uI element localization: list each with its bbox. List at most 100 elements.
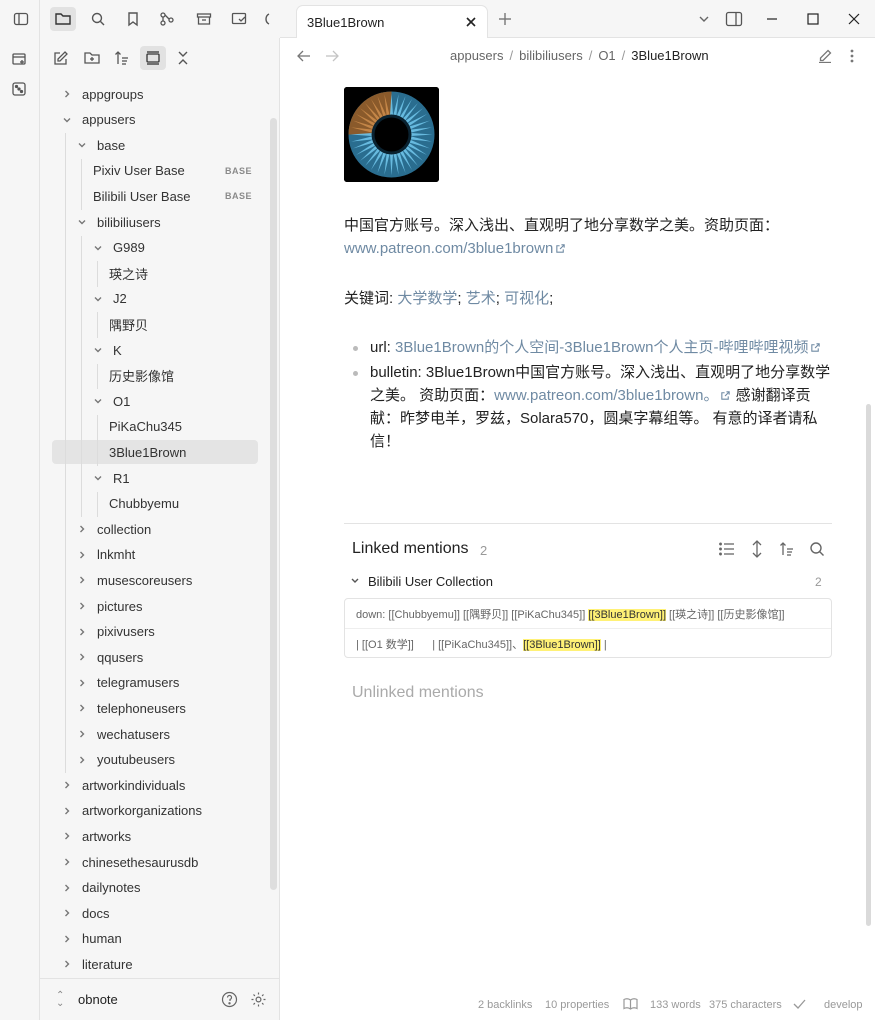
mention-group-header[interactable]: Bilibili User Collection xyxy=(350,574,493,589)
new-folder-icon[interactable] xyxy=(79,46,105,70)
settings-gear-icon[interactable] xyxy=(248,990,268,1010)
tree-folder-item[interactable]: R1 xyxy=(40,466,258,490)
chevron-right-icon[interactable] xyxy=(75,573,89,587)
chevron-right-icon[interactable] xyxy=(75,599,89,613)
tree-folder-item[interactable]: wechatusers xyxy=(40,722,258,746)
mention-snippet-box[interactable]: down: [[Chubbyemu]] [[隅野贝]] [[PiKaChu345… xyxy=(344,598,832,658)
tree-folder-item[interactable]: pictures xyxy=(40,594,258,618)
new-note-icon[interactable] xyxy=(48,46,74,70)
bookmark-icon[interactable] xyxy=(120,7,146,31)
new-tab-icon[interactable] xyxy=(495,9,515,29)
maximize-icon[interactable] xyxy=(803,9,823,29)
expand-context-icon[interactable] xyxy=(747,539,767,559)
content-scrollbar[interactable] xyxy=(866,404,871,926)
sync-check-icon[interactable] xyxy=(793,998,806,1013)
tree-folder-item[interactable]: artworkorganizations xyxy=(40,799,258,823)
breadcrumb-item[interactable]: appusers xyxy=(450,48,503,63)
tab-list-chevron-icon[interactable] xyxy=(694,9,714,29)
chevron-right-icon[interactable] xyxy=(60,855,74,869)
chevron-right-icon[interactable] xyxy=(60,778,74,792)
sidebar-scrollbar[interactable] xyxy=(270,118,277,890)
close-icon[interactable] xyxy=(463,14,479,30)
more-tabs-icon[interactable] xyxy=(258,7,274,31)
chevron-right-icon[interactable] xyxy=(75,650,89,664)
chevron-down-icon[interactable] xyxy=(75,138,89,152)
chevron-down-icon[interactable] xyxy=(91,292,105,306)
linked-mentions-title[interactable]: Linked mentions xyxy=(352,540,469,558)
tree-folder-item[interactable]: musescoreusers xyxy=(40,568,258,592)
help-icon[interactable] xyxy=(219,990,239,1010)
chevron-down-icon[interactable] xyxy=(91,241,105,255)
files-icon[interactable] xyxy=(50,7,76,31)
chevron-right-icon[interactable] xyxy=(60,804,74,818)
collapse-all-icon[interactable] xyxy=(170,46,196,70)
tree-file-item[interactable]: 3Blue1Brown xyxy=(52,440,258,465)
tree-folder-item[interactable]: youtubeusers xyxy=(40,748,258,772)
sort-icon[interactable] xyxy=(109,46,135,70)
mention-snippet-line[interactable]: | [[O1 数学]] | [[PiKaChu345]]、[[3Blue1Bro… xyxy=(356,636,607,652)
tree-folder-item[interactable]: chinesethesaurusdb xyxy=(40,850,258,874)
tree-folder-item[interactable]: telegramusers xyxy=(40,671,258,695)
right-sidebar-toggle-icon[interactable] xyxy=(724,9,744,29)
chevron-right-icon[interactable] xyxy=(75,625,89,639)
unlinked-mentions-title[interactable]: Unlinked mentions xyxy=(352,684,484,702)
list-view-icon[interactable] xyxy=(717,539,737,559)
chevron-right-icon[interactable] xyxy=(75,727,89,741)
tree-folder-item[interactable]: artworkindividuals xyxy=(40,773,258,797)
breadcrumb-current[interactable]: 3Blue1Brown xyxy=(631,48,708,63)
mention-snippet-line[interactable]: down: [[Chubbyemu]] [[隅野贝]] [[PiKaChu345… xyxy=(356,606,785,622)
sidebar-toggle-icon[interactable] xyxy=(8,7,34,31)
edit-pencil-icon[interactable] xyxy=(815,46,835,66)
tree-folder-item[interactable]: base xyxy=(40,133,258,157)
breadcrumb-item[interactable]: O1 xyxy=(598,48,615,63)
tree-folder-item[interactable]: collection xyxy=(40,517,258,541)
chevron-right-icon[interactable] xyxy=(75,676,89,690)
more-options-icon[interactable] xyxy=(842,46,862,66)
keyword-tag[interactable]: 艺术 xyxy=(466,290,496,307)
tab-3blue1brown[interactable]: 3Blue1Brown xyxy=(296,5,488,38)
tree-folder-item[interactable]: artworks xyxy=(40,824,258,848)
search-icon[interactable] xyxy=(85,7,111,31)
random-note-icon[interactable] xyxy=(8,78,30,100)
chevron-right-icon[interactable] xyxy=(60,906,74,920)
mention-group-title[interactable]: Bilibili User Collection xyxy=(368,574,493,589)
tree-file-item[interactable]: Bilibili User Base BASE xyxy=(40,184,258,208)
chevron-right-icon[interactable] xyxy=(75,548,89,562)
chevron-down-icon[interactable] xyxy=(60,113,74,127)
tree-folder-item[interactable]: human xyxy=(40,927,258,951)
bulletin-patreon-link-text[interactable]: www.patreon.com/3blue1brown。 xyxy=(494,387,718,404)
backlinks-count[interactable]: 2 backlinks xyxy=(478,999,532,1011)
keyword-tag[interactable]: 大学数学 xyxy=(397,290,457,307)
tree-folder-item[interactable]: pixivusers xyxy=(40,620,258,644)
tree-folder-item[interactable]: dailynotes xyxy=(40,876,258,900)
tree-file-item[interactable]: 历史影像馆 xyxy=(40,364,258,388)
tree-folder-item[interactable]: bilibiliusers xyxy=(40,210,258,234)
new-canvas-icon[interactable] xyxy=(8,48,30,70)
bulletin-patreon-link[interactable]: www.patreon.com/3blue1brown。 xyxy=(494,387,731,404)
reading-view-icon[interactable] xyxy=(623,997,638,1014)
tree-file-item[interactable]: 瑛之诗 xyxy=(40,261,258,285)
chevron-right-icon[interactable] xyxy=(60,829,74,843)
back-arrow-icon[interactable] xyxy=(294,46,314,66)
tree-folder-item[interactable]: appusers xyxy=(40,108,258,132)
tree-folder-item[interactable]: G989 xyxy=(40,236,258,260)
minimize-icon[interactable] xyxy=(762,9,782,29)
tree-folder-item[interactable]: lnkmht xyxy=(40,543,258,567)
tree-file-item[interactable]: 隅野贝 xyxy=(40,312,258,336)
chevron-down-icon[interactable] xyxy=(91,394,105,408)
tree-folder-item[interactable]: docs xyxy=(40,901,258,925)
chevron-right-icon[interactable] xyxy=(60,87,74,101)
bilibili-space-link[interactable]: 3Blue1Brown的个人空间-3Blue1Brown个人主页-哔哩哔哩视频 xyxy=(395,339,821,356)
tree-folder-item[interactable]: J2 xyxy=(40,287,258,311)
chevron-down-icon[interactable] xyxy=(350,574,362,589)
tree-folder-item[interactable]: qqusers xyxy=(40,645,258,669)
breadcrumb-item[interactable]: bilibiliusers xyxy=(519,48,583,63)
properties-count[interactable]: 10 properties xyxy=(545,999,609,1011)
chevron-right-icon[interactable] xyxy=(75,522,89,536)
chevron-right-icon[interactable] xyxy=(60,881,74,895)
vault-name[interactable]: obnote xyxy=(78,992,118,1007)
search-mentions-icon[interactable] xyxy=(807,539,827,559)
auto-reveal-icon[interactable] xyxy=(140,46,166,70)
tree-folder-item[interactable]: K xyxy=(40,338,258,362)
tree-folder-item[interactable]: telephoneusers xyxy=(40,696,258,720)
